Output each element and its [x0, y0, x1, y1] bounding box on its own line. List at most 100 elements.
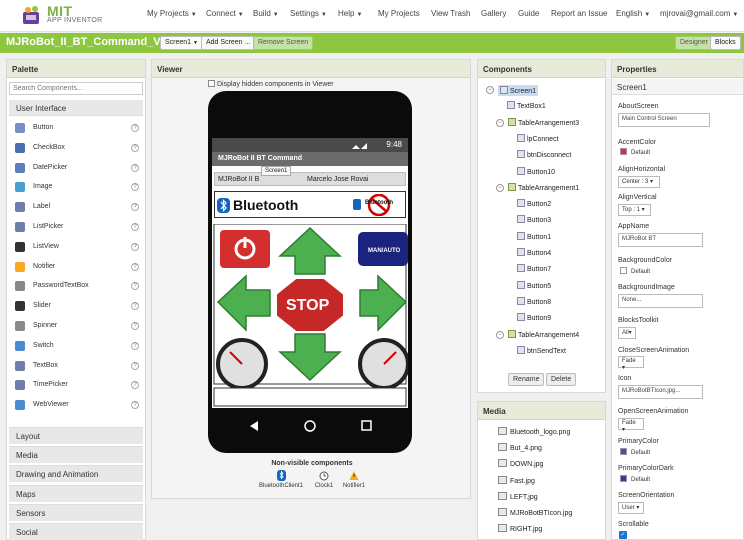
- collapse-toggle-icon[interactable]: −: [496, 183, 504, 192]
- palette-item-label[interactable]: Label?: [15, 201, 139, 215]
- help-icon[interactable]: ?: [131, 282, 139, 291]
- link-gallery[interactable]: Gallery: [481, 9, 506, 18]
- rename-button[interactable]: Rename: [508, 373, 545, 386]
- collapse-toggle-icon[interactable]: −: [496, 330, 504, 339]
- prop-valign-select[interactable]: Top : 1 ▾: [618, 204, 651, 216]
- stop-button[interactable]: STOP: [275, 277, 345, 333]
- component-lpconnect[interactable]: lpConnect: [517, 133, 559, 143]
- menu-account[interactable]: mjrovai@gmail.com ▼: [660, 9, 738, 18]
- help-icon[interactable]: ?: [131, 341, 139, 350]
- palette-item-datepicker[interactable]: DatePicker?: [15, 162, 139, 176]
- prop-accent-picker[interactable]: Default: [620, 148, 650, 156]
- palette-item-switch[interactable]: Switch?: [15, 340, 139, 354]
- component-tablearrangement3[interactable]: TableArrangement3: [508, 117, 579, 127]
- help-icon[interactable]: ?: [131, 401, 139, 410]
- search-components-input[interactable]: [9, 82, 143, 95]
- component-screen1[interactable]: Screen1: [498, 85, 539, 96]
- fast-gauge-button[interactable]: [358, 338, 408, 390]
- category-layout[interactable]: Layout: [9, 427, 143, 444]
- prop-blocks-select[interactable]: All▾: [618, 327, 636, 339]
- palette-item-slider[interactable]: Slider?: [15, 300, 139, 314]
- media-file[interactable]: LEFT.jpg: [498, 491, 538, 501]
- component-textbox1[interactable]: TextBox1: [507, 101, 546, 110]
- media-file[interactable]: Bluetooth_logo.png: [498, 427, 570, 436]
- prop-appname-input[interactable]: MJRoBot BT: [618, 233, 703, 247]
- add-screen-button[interactable]: Add Screen ...: [201, 36, 256, 50]
- component-button1[interactable]: Button1: [517, 231, 551, 241]
- prop-bgimg-input[interactable]: None...: [618, 294, 703, 308]
- media-file[interactable]: DOWN.jpg: [498, 459, 543, 468]
- prop-primary-dark-picker[interactable]: Default: [620, 475, 650, 483]
- prop-close-anim-select[interactable]: Fade ▾: [618, 356, 644, 371]
- help-icon[interactable]: ?: [131, 124, 139, 132]
- component-btndisconnect[interactable]: btnDisconnect: [517, 150, 571, 159]
- prop-orientation-select[interactable]: User ▾: [618, 502, 644, 514]
- component-button9[interactable]: Button9: [517, 313, 551, 322]
- help-icon[interactable]: ?: [131, 322, 139, 330]
- palette-item-passwordtextbox[interactable]: PasswordTextBox?: [15, 280, 139, 294]
- display-hidden-checkbox[interactable]: Display hidden components in Viewer: [208, 80, 334, 88]
- palette-item-notifier[interactable]: Notifier?: [15, 261, 139, 275]
- palette-item-image[interactable]: Image?: [15, 181, 139, 195]
- man-auto-button[interactable]: MAN/AUTO: [358, 232, 408, 266]
- menu-help[interactable]: Help ▼: [338, 9, 362, 18]
- prop-scrollable-checkbox[interactable]: ✓: [619, 531, 627, 539]
- link-my-projects[interactable]: My Projects: [378, 9, 420, 18]
- help-icon[interactable]: ?: [131, 381, 139, 390]
- component-button3[interactable]: Button3: [517, 215, 551, 224]
- category-social[interactable]: Social: [9, 523, 143, 540]
- prop-about-input[interactable]: Main Control Screen: [618, 113, 710, 127]
- slow-gauge-button[interactable]: [216, 338, 268, 390]
- help-icon[interactable]: ?: [131, 223, 139, 231]
- power-button[interactable]: [220, 230, 270, 268]
- prop-bg-picker[interactable]: Default: [620, 267, 650, 275]
- component-button4[interactable]: Button4: [517, 248, 551, 257]
- component-button2[interactable]: Button2: [517, 199, 551, 208]
- link-report-issue[interactable]: Report an Issue: [551, 9, 607, 18]
- component-button5[interactable]: Button5: [517, 280, 551, 290]
- category-media[interactable]: Media: [9, 446, 143, 464]
- palette-item-checkbox[interactable]: CheckBox?: [15, 142, 139, 156]
- designer-button[interactable]: Designer: [675, 36, 714, 50]
- prop-icon-input[interactable]: MJRoBotBTIcon.jpg...: [618, 385, 703, 399]
- component-button10[interactable]: Button10: [517, 166, 555, 176]
- delete-button[interactable]: Delete: [546, 373, 577, 386]
- menu-language[interactable]: English ▼: [616, 9, 650, 18]
- category-drawing-and-animation[interactable]: Drawing and Animation: [9, 465, 143, 483]
- palette-item-listview[interactable]: ListView?: [15, 241, 139, 255]
- category-maps[interactable]: Maps: [9, 484, 143, 502]
- palette-item-textbox[interactable]: TextBox?: [15, 360, 139, 374]
- menu-build[interactable]: Build ▼: [253, 9, 279, 18]
- prop-halign-select[interactable]: Center : 3 ▾: [618, 176, 660, 188]
- component-tablearrangement4[interactable]: TableArrangement4: [508, 329, 579, 339]
- menu-my-projects[interactable]: My Projects ▼: [147, 9, 197, 18]
- info-row[interactable]: MJRoBot II B Marcelo Jose Rovai: [214, 172, 406, 186]
- media-file[interactable]: But_4.png: [498, 443, 542, 452]
- media-file[interactable]: Fast.jpg: [498, 475, 535, 485]
- collapse-toggle-icon[interactable]: −: [496, 118, 504, 127]
- palette-item-timepicker[interactable]: TimePicker?: [15, 379, 139, 393]
- help-icon[interactable]: ?: [131, 361, 139, 370]
- collapse-toggle-icon[interactable]: −: [486, 86, 494, 94]
- help-icon[interactable]: ?: [131, 302, 139, 311]
- help-icon[interactable]: ?: [131, 143, 139, 152]
- component-btnsendtext[interactable]: btnSendText: [517, 345, 566, 355]
- phone-screen[interactable]: 9:48 MJRoBot II BT Command MJRoBot II B …: [212, 138, 408, 408]
- menu-connect[interactable]: Connect ▼: [206, 9, 244, 18]
- screen-selector[interactable]: Screen1 ▼: [160, 36, 203, 50]
- help-icon[interactable]: ?: [131, 183, 139, 192]
- remove-screen-button[interactable]: Remove Screen: [253, 36, 314, 50]
- nonvisible-notifier[interactable]: Notifier1: [324, 470, 384, 489]
- palette-item-spinner[interactable]: Spinner?: [15, 320, 139, 334]
- component-tablearrangement1[interactable]: TableArrangement1: [508, 182, 579, 192]
- palette-item-button[interactable]: Button?: [15, 122, 139, 136]
- help-icon[interactable]: ?: [131, 163, 139, 172]
- prop-open-anim-select[interactable]: Fade ▾: [618, 418, 644, 433]
- component-button8[interactable]: Button8: [517, 296, 551, 306]
- blocks-button[interactable]: Blocks: [710, 36, 741, 50]
- category-sensors[interactable]: Sensors: [9, 503, 143, 521]
- menu-settings[interactable]: Settings ▼: [290, 9, 327, 18]
- help-icon[interactable]: ?: [131, 203, 139, 212]
- palette-item-webviewer[interactable]: WebViewer?: [15, 399, 139, 413]
- bluetooth-banner[interactable]: Bluetooth Bluetooth: [214, 191, 406, 218]
